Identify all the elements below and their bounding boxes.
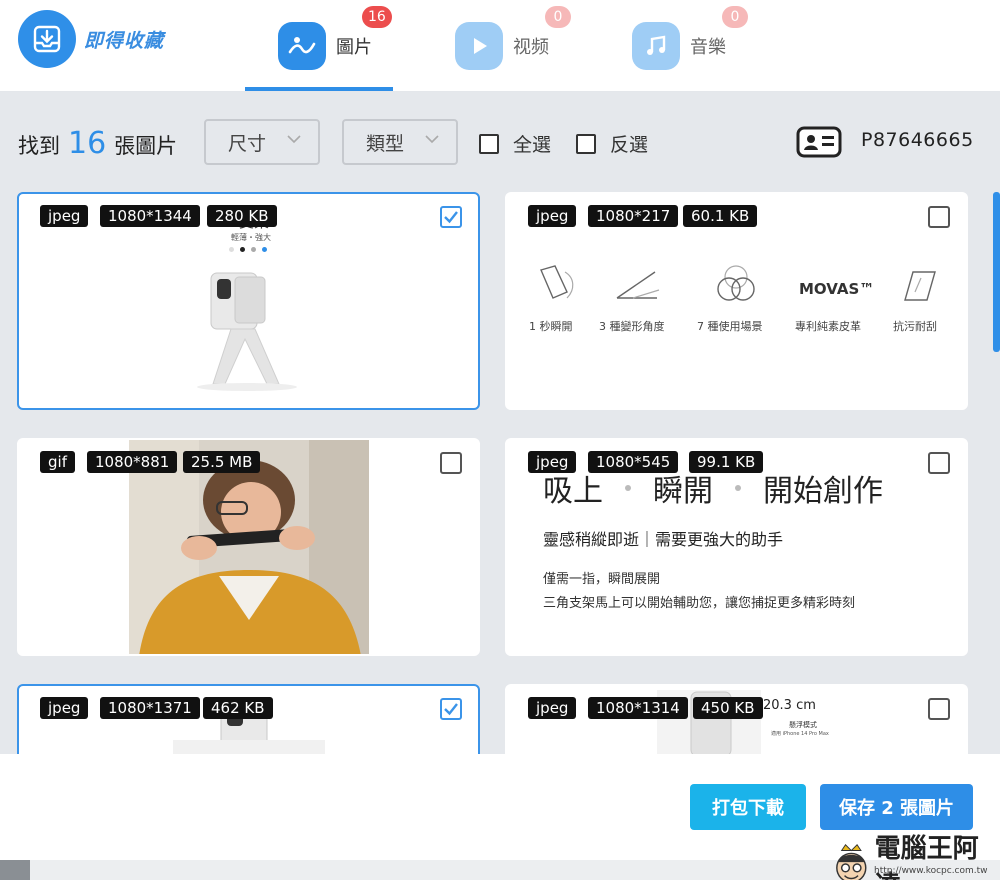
format-tag: jpeg: [528, 451, 577, 473]
dimension-tag: 1080*1314: [588, 697, 688, 719]
app-header: 即得收藏 圖片 16 视频 0 音樂 0: [0, 0, 1000, 92]
checkbox-box[interactable]: [479, 133, 499, 154]
select-all-label: 全選: [513, 134, 552, 156]
card-image-subtitle: 輕薄・強大: [231, 233, 271, 242]
angle-icon: [616, 271, 660, 299]
play-icon: [455, 22, 503, 70]
format-tag: gif: [40, 451, 75, 473]
card-checkbox[interactable]: [440, 698, 462, 720]
fold-stand-icon: [540, 265, 574, 299]
size-dropdown-label: 尺寸: [228, 132, 267, 155]
tab-badge: 0: [722, 6, 748, 28]
invert-select-label: 反選: [610, 134, 649, 156]
id-card-icon[interactable]: [796, 126, 842, 158]
tab-label: 音樂: [690, 37, 726, 58]
strip-edge: [0, 860, 30, 880]
checkmark-icon: [444, 703, 458, 716]
feature-label: 1 秒瞬開: [529, 320, 573, 333]
feature-label: 抗污耐刮: [893, 320, 937, 333]
filesize-tag: 99.1 KB: [689, 451, 764, 473]
watermark-url: http://www.kocpc.com.tw: [874, 866, 988, 876]
save-images-button[interactable]: 保存 2 張圖片: [820, 784, 973, 830]
tab-images[interactable]: 圖片 16: [278, 0, 392, 92]
checkmark-icon: [444, 211, 458, 224]
mascot-face-icon: [836, 843, 867, 880]
dimension-tag: 1080*881: [87, 451, 178, 473]
chevron-down-icon: [287, 135, 301, 144]
card-checkbox[interactable]: [928, 206, 950, 228]
dimension-tag: 1080*217: [588, 205, 679, 227]
phone-stand-image: [197, 272, 297, 391]
filesize-tag: 450 KB: [693, 697, 763, 719]
found-count: 16: [68, 126, 107, 161]
image-card[interactable]: gif 1080*881 25.5 MB: [17, 438, 480, 656]
image-grid-area: 找到 16 張圖片 尺寸 類型 全選 反選 P87646665 輕薄・強大 jp…: [0, 92, 1000, 754]
dot-separator: [625, 485, 631, 491]
type-dropdown[interactable]: 類型: [342, 119, 458, 165]
found-prefix: 找到: [18, 134, 60, 158]
tab-music[interactable]: 音樂 0: [632, 0, 748, 92]
app-logo-text: 即得收藏: [84, 29, 165, 52]
found-suffix: 張圖片: [114, 134, 178, 158]
download-tray-icon: [18, 10, 76, 68]
card-checkbox[interactable]: [440, 206, 462, 228]
filter-toolbar: 找到 16 張圖片 尺寸 類型 全選 反選 P87646665: [0, 92, 1000, 190]
chevron-down-icon: [425, 135, 439, 144]
filesize-tag: 60.1 KB: [683, 205, 758, 227]
site-watermark: 電腦王阿達 http://www.kocpc.com.tw: [832, 828, 1000, 880]
tab-badge: 16: [362, 6, 392, 28]
pack-download-button[interactable]: 打包下載: [690, 784, 806, 830]
app-logo: 即得收藏: [18, 10, 164, 68]
tab-badge: 0: [545, 6, 571, 28]
user-id: P87646665: [861, 129, 974, 151]
filesize-tag: 462 KB: [203, 697, 273, 719]
checkbox-box[interactable]: [576, 133, 596, 154]
invert-select-checkbox[interactable]: 反選: [576, 130, 648, 157]
filesize-tag: 280 KB: [207, 205, 277, 227]
card-checkbox[interactable]: [928, 698, 950, 720]
select-all-checkbox[interactable]: 全選: [479, 130, 551, 157]
card-checkbox[interactable]: [440, 452, 462, 474]
feature-label: 7 種使用場景: [697, 320, 763, 333]
image-card[interactable]: 吸上 瞬開 開始創作 靈感稍縱即逝｜需要更強大的助手 僅需一指，瞬間展開 三角支…: [505, 438, 968, 656]
size-dropdown[interactable]: 尺寸: [204, 119, 320, 165]
image-card[interactable]: jpeg 1080*1371 462 KB: [17, 684, 480, 754]
color-dots: [229, 247, 267, 252]
format-tag: jpeg: [40, 205, 89, 227]
dot-separator: [735, 485, 741, 491]
subheadline: 靈感稍縱即逝｜需要更強大的助手: [543, 530, 784, 549]
headline-part: 開始創作: [763, 474, 883, 509]
image-icon: [278, 22, 326, 70]
tab-label: 视频: [513, 37, 549, 58]
type-dropdown-label: 類型: [366, 132, 405, 155]
leather-sheet-icon: [904, 271, 936, 301]
format-tag: jpeg: [40, 697, 89, 719]
dimension-tag: 1080*1344: [100, 205, 200, 227]
active-tab-indicator: [245, 87, 393, 91]
image-card[interactable]: 20.3 cm 懸浮模式 適用 iPhone 14 Pro Max jpeg 1…: [505, 684, 968, 754]
format-tag: jpeg: [528, 205, 577, 227]
music-note-icon: [632, 22, 680, 70]
found-count-label: 找到 16 張圖片: [18, 126, 177, 161]
scenes-circles-icon: [717, 265, 755, 301]
format-tag: jpeg: [528, 697, 577, 719]
feature-label: 3 種變形角度: [599, 320, 665, 333]
body-line: 三角支架馬上可以開始輔助您，讓您捕捉更多精彩時刻: [543, 596, 856, 611]
image-card[interactable]: MOVAS™ 1 秒瞬開 3 種變形角度 7 種使用場景 專利純素皮革 抗污耐刮…: [505, 192, 968, 410]
dimension-tag: 1080*1371: [100, 697, 200, 719]
tab-label: 圖片: [336, 37, 372, 58]
body-line: 僅需一指，瞬間展開: [543, 572, 661, 587]
card-checkbox[interactable]: [928, 452, 950, 474]
compat-note: 適用 iPhone 14 Pro Max: [771, 731, 829, 737]
tab-videos[interactable]: 视频 0: [455, 0, 571, 92]
scrollbar-thumb[interactable]: [993, 192, 1000, 352]
mode-label: 懸浮模式: [789, 721, 817, 729]
dimension-tag: 1080*545: [588, 451, 679, 473]
image-card[interactable]: 支架 輕薄・強大 jpeg 1080*1344 280 KB: [17, 192, 480, 410]
brand-logo-text: MOVAS™: [799, 280, 875, 298]
filesize-tag: 25.5 MB: [183, 451, 261, 473]
feature-label: 專利純素皮革: [795, 320, 861, 333]
measurement-label: 20.3 cm: [763, 698, 816, 713]
